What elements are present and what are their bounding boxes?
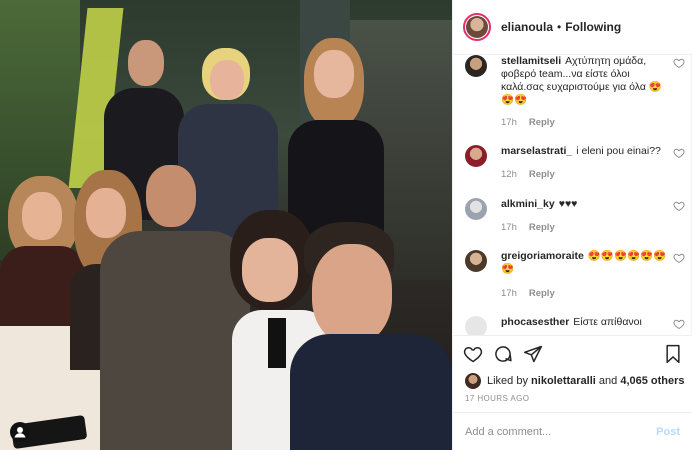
comment-item: stellamitseli Αχτύπητη ομάδα, φοβερό team…	[465, 55, 685, 135]
comment-text-block: alkmini_ky ♥♥♥	[501, 198, 667, 211]
like-comment-heart-icon[interactable]	[673, 318, 685, 330]
reply-button[interactable]: Reply	[529, 169, 555, 180]
reply-button[interactable]: Reply	[529, 288, 555, 299]
comment-username[interactable]: phocasesther	[501, 316, 569, 328]
comment-username[interactable]: alkmini_ky	[501, 198, 555, 210]
add-comment-bar: Post	[453, 412, 692, 450]
commenter-avatar[interactable]	[465, 198, 487, 220]
tagged-users-icon[interactable]	[10, 422, 30, 442]
post-header: elianoula • Following	[453, 0, 692, 55]
comment-meta: 17h Reply	[501, 117, 555, 128]
comment-item: phocasesther Είστε απίθανοι	[465, 316, 685, 335]
comment-meta: 12h Reply	[501, 169, 555, 180]
likes-summary: Liked by nikolettaralli and 4,065 others	[465, 373, 685, 389]
comment-icon[interactable]	[493, 344, 513, 364]
comment-text-block: marselastrati_ i eleni pou einai??	[501, 145, 667, 158]
likes-count[interactable]: 4,065 others	[620, 375, 684, 387]
comment-text-block: greigoriamoraite 😍😍😍😍😍😍😍	[501, 250, 667, 276]
commenter-avatar[interactable]	[465, 316, 487, 335]
comment-username[interactable]: greigoriamoraite	[501, 250, 584, 262]
commenter-avatar[interactable]	[465, 145, 487, 167]
commenter-avatar[interactable]	[465, 250, 487, 272]
comment-time: 12h	[501, 169, 517, 180]
liker-avatar[interactable]	[465, 373, 481, 389]
author-avatar[interactable]	[463, 13, 491, 41]
comment-text: ♥♥♥	[558, 198, 578, 210]
bookmark-icon[interactable]	[663, 344, 683, 364]
comment-username[interactable]: marselastrati_	[501, 145, 572, 157]
reply-button[interactable]: Reply	[529, 117, 555, 128]
like-comment-heart-icon[interactable]	[673, 147, 685, 159]
share-icon[interactable]	[523, 344, 543, 364]
comment-item: marselastrati_ i eleni pou einai?? 12h Rep…	[465, 145, 685, 185]
post-details-panel: elianoula • Following stellamitseli Αχτύπ…	[452, 0, 692, 450]
liker-username[interactable]: nikolettaralli	[531, 375, 596, 387]
reply-button[interactable]: Reply	[529, 222, 555, 233]
post-comment-button[interactable]: Post	[656, 426, 680, 438]
comment-meta: 17h Reply	[501, 222, 555, 233]
header-separator: •	[557, 20, 562, 34]
comments-list[interactable]: stellamitseli Αχτύπητη ομάδα, φοβερό team…	[453, 55, 692, 335]
likes-prefix: Liked by	[487, 375, 528, 387]
comment-item: greigoriamoraite 😍😍😍😍😍😍😍 17h Reply	[465, 250, 685, 300]
comment-item: alkmini_ky ♥♥♥ 17h Reply	[465, 198, 685, 238]
post-timestamp[interactable]: 17 HOURS AGO	[465, 394, 529, 403]
like-comment-heart-icon[interactable]	[673, 57, 685, 69]
author-username[interactable]: elianoula	[501, 20, 553, 34]
like-comment-heart-icon[interactable]	[673, 252, 685, 264]
heart-icon[interactable]	[463, 344, 483, 364]
comment-time: 17h	[501, 117, 517, 128]
comment-username[interactable]: stellamitseli	[501, 55, 561, 67]
photo-person-front-right	[290, 222, 452, 450]
comment-text-block: phocasesther Είστε απίθανοι	[501, 316, 667, 329]
following-button[interactable]: Following	[565, 20, 621, 34]
comment-text: i eleni pou einai??	[576, 145, 661, 157]
comment-meta: 17h Reply	[501, 288, 555, 299]
comment-text-block: stellamitseli Αχτύπητη ομάδα, φοβερό team…	[501, 55, 667, 107]
comment-time: 17h	[501, 288, 517, 299]
comment-input[interactable]	[465, 425, 657, 438]
commenter-avatar[interactable]	[465, 55, 487, 77]
likes-middle: and	[598, 375, 618, 387]
comment-time: 17h	[501, 222, 517, 233]
post-photo[interactable]	[0, 0, 452, 450]
comment-text: Είστε απίθανοι	[573, 316, 642, 328]
like-comment-heart-icon[interactable]	[673, 200, 685, 212]
